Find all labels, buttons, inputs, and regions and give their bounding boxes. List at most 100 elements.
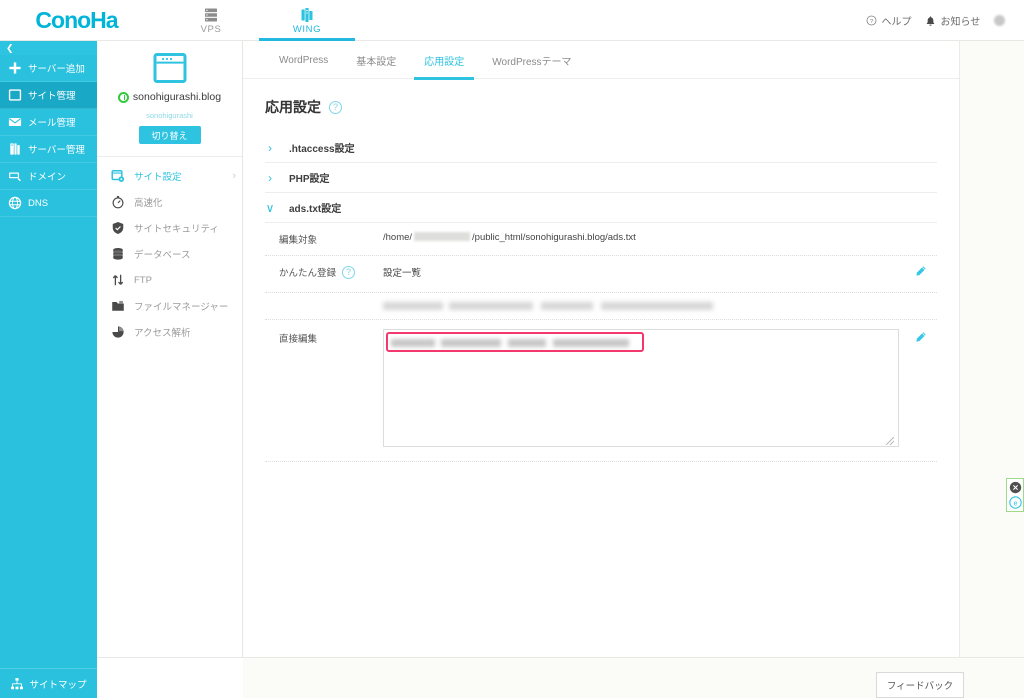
sidebar-item-server-management[interactable]: サーバー管理 — [0, 136, 97, 163]
sub-item-file-manager[interactable]: ファイルマネージャー — [97, 293, 242, 319]
accordion-label-php: PHP設定 — [289, 174, 330, 185]
bell-icon — [927, 15, 935, 26]
label-easy-register: かんたん登録 ? — [265, 265, 383, 279]
sub-label-file-manager: ファイルマネージャー — [134, 302, 229, 313]
site-name: sonohigurashi.blog — [132, 91, 222, 103]
sub-label-database: データベース — [134, 250, 191, 261]
svg-text:?: ? — [870, 19, 874, 25]
top-right-actions: ? ヘルプ お知らせ — [866, 0, 1024, 41]
sidebar-item-site-management[interactable]: サイト管理 — [0, 82, 97, 109]
redacted-adstxt-entry — [383, 302, 713, 310]
sidebar-collapse-button[interactable]: ❮ — [0, 41, 97, 55]
sidebar-item-dns[interactable]: DNS — [0, 190, 97, 217]
sidebar-item-sitemap[interactable]: サイトマップ — [0, 668, 97, 698]
action-direct-edit[interactable] — [903, 329, 937, 349]
panel-body: 応用設定 ? › .htaccess設定 › PHP設定 ∨ ads.txt設定 — [243, 79, 959, 462]
row-easy-register: かんたん登録 ? 設定一覧 — [265, 256, 937, 293]
chevron-right-icon: › — [268, 170, 272, 185]
sidebar-item-mail-management[interactable]: メール管理 — [0, 109, 97, 136]
window-icon — [8, 89, 22, 101]
folder-icon — [112, 300, 124, 311]
sub-item-access-analytics[interactable]: アクセス解析 — [97, 319, 242, 345]
help-label: ヘルプ — [881, 17, 912, 28]
help-button[interactable]: ? ヘルプ — [866, 13, 911, 28]
site-username: sonohigurashi — [146, 111, 193, 120]
accordion-htaccess[interactable]: › .htaccess設定 — [265, 133, 937, 163]
edge-circle-icon[interactable]: e — [1008, 496, 1022, 509]
shield-icon — [112, 222, 124, 234]
chevron-left-icon: ❮ — [6, 42, 14, 53]
accordion-label-htaccess: .htaccess設定 — [289, 144, 355, 155]
accordion-php[interactable]: › PHP設定 — [265, 163, 937, 193]
row-adstxt-list — [265, 293, 937, 320]
sub-label-ftp: FTP — [134, 274, 152, 286]
top-nav-item-vps[interactable]: VPS — [163, 0, 259, 41]
pencil-edit-icon[interactable] — [914, 265, 927, 278]
notifications-button[interactable]: お知らせ — [925, 13, 980, 28]
top-nav-label-wing: WING — [292, 23, 322, 35]
help-circle-icon[interactable]: ? — [329, 100, 342, 114]
tab-advanced-settings[interactable]: 応用設定 — [410, 41, 478, 80]
sidebar-label-add-server: サーバー追加 — [28, 64, 85, 75]
tab-wordpress[interactable]: WordPress — [265, 41, 342, 79]
site-settings-icon — [111, 170, 125, 182]
close-circle-icon[interactable] — [1009, 481, 1022, 494]
top-nav-item-wing[interactable]: WING — [259, 0, 355, 41]
value-edit-target-path: /home//public_html/sonohigurashi.blog/ad… — [383, 232, 636, 243]
pie-chart-icon — [112, 326, 124, 338]
pencil-edit-icon[interactable] — [914, 331, 927, 344]
row-direct-edit: 直接編集 — [265, 320, 937, 462]
tab-basic-settings[interactable]: 基本設定 — [342, 41, 410, 79]
redacted-username — [414, 232, 471, 241]
switch-site-button[interactable]: 切り替え — [138, 126, 201, 144]
settings-card: WordPress 基本設定 応用設定 WordPressテーマ 応用設定 ? … — [243, 41, 960, 669]
sidebar-label-dns: DNS — [28, 197, 49, 209]
accordion-adstxt[interactable]: ∨ ads.txt設定 — [265, 193, 937, 223]
transfer-arrows-icon — [112, 274, 124, 286]
sub-item-site-settings[interactable]: サイト設定 — [97, 163, 242, 189]
svg-text:e: e — [1013, 498, 1017, 507]
chevron-down-icon: ∨ — [265, 200, 275, 215]
sub-item-site-security[interactable]: サイトセキュリティ — [97, 215, 242, 241]
conoha-logo-text: ConoHa — [35, 7, 118, 33]
account-menu[interactable] — [994, 15, 1012, 26]
feedback-button[interactable]: フィードバック — [876, 672, 964, 698]
database-icon — [113, 247, 123, 260]
sub-label-site-settings: サイト設定 — [134, 172, 182, 183]
sub-label-site-security: サイトセキュリティ — [134, 224, 219, 235]
sidebar-label-sitemap: サイトマップ — [29, 679, 87, 691]
top-header: ConoHa by GMO VPS — [0, 0, 1024, 48]
sidebar-label-site-management: サイト管理 — [28, 91, 76, 102]
value-adstxt-list-redacted — [383, 302, 903, 310]
plus-icon — [9, 62, 21, 74]
sidebar-item-domain[interactable]: ドメイン — [0, 163, 97, 190]
action-easy-register[interactable] — [903, 265, 937, 283]
wing-building-icon — [301, 7, 313, 22]
power-on-icon — [117, 91, 129, 103]
adstxt-textarea[interactable] — [383, 329, 899, 447]
sitemap-icon — [11, 677, 24, 689]
label-direct-edit: 直接編集 — [279, 334, 318, 345]
floating-utility-panel: e — [1006, 478, 1024, 512]
server-icon — [10, 143, 20, 155]
site-name-row: sonohigurashi.blog — [117, 91, 222, 103]
page-title-row: 応用設定 ? — [265, 97, 937, 117]
conoha-control-panel: ConoHa by GMO VPS — [0, 0, 1024, 698]
secondary-sidebar: sonohigurashi.blog sonohigurashi 切り替え サイ… — [97, 41, 243, 698]
main-content: WordPress 基本設定 応用設定 WordPressテーマ 応用設定 ? … — [243, 41, 1024, 698]
row-edit-target: 編集対象 /home//public_html/sonohigurashi.bl… — [265, 223, 937, 256]
sub-item-ftp[interactable]: FTP — [97, 267, 242, 293]
tab-wordpress-theme[interactable]: WordPressテーマ — [478, 41, 585, 79]
help-circle-icon[interactable]: ? — [342, 265, 356, 279]
conoha-logo[interactable]: ConoHa by GMO — [0, 0, 1010, 48]
help-circle-icon: ? — [867, 15, 877, 26]
sub-item-database[interactable]: データベース — [97, 241, 242, 267]
service-nav: VPS WING — [163, 0, 355, 41]
sidebar-label-domain: ドメイン — [28, 172, 67, 183]
sidebar-item-add-server[interactable]: サーバー追加 — [0, 55, 97, 82]
direct-edit-field-wrap — [383, 329, 903, 452]
avatar — [994, 15, 1006, 26]
sub-item-speedup[interactable]: 高速化 — [97, 189, 242, 215]
speed-gauge-icon — [112, 196, 124, 209]
